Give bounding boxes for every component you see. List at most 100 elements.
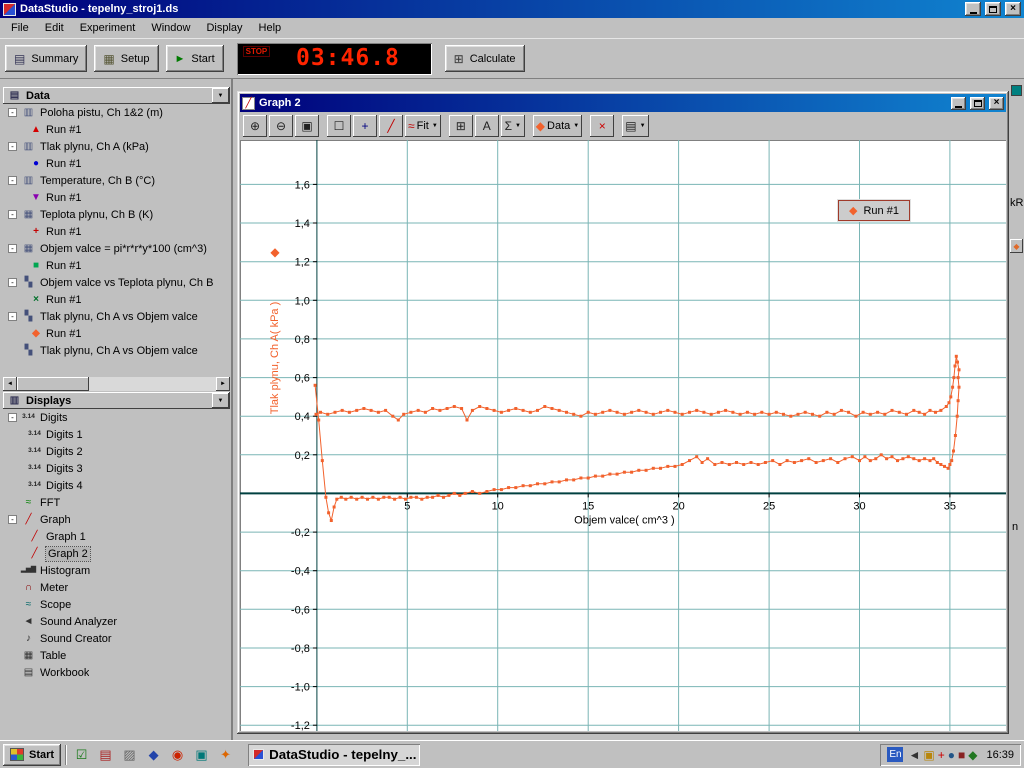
setup-button[interactable]: ▦ Setup	[94, 45, 158, 72]
menu-experiment[interactable]: Experiment	[72, 19, 144, 37]
menu-help[interactable]: Help	[251, 19, 290, 37]
summary-button[interactable]: ▤ Summary	[5, 45, 87, 72]
plot-area[interactable]: -1,2-1,0-0,8-0,6-0,4-0,20,20,40,60,81,01…	[240, 140, 1006, 731]
run-item[interactable]: ●Run #1	[3, 155, 230, 172]
quicklaunch-icon-2[interactable]: ▤	[95, 744, 116, 765]
display-item[interactable]: -╱Graph	[3, 511, 230, 528]
title-bar[interactable]: DataStudio - tepelny_stroj1.ds ×	[0, 0, 1024, 18]
display-item[interactable]: 3.14Digits 2	[3, 443, 230, 460]
run-item[interactable]: ▼Run #1	[3, 189, 230, 206]
tree-expander-icon[interactable]: -	[8, 176, 17, 185]
data-tree-hscrollbar[interactable]: ◄ ►	[3, 377, 230, 391]
display-item[interactable]: ▤Workbook	[3, 664, 230, 681]
run-item[interactable]: ◆Run #1	[3, 325, 230, 342]
display-item[interactable]: ▂▅▇Histogram	[3, 562, 230, 579]
display-item[interactable]: ∩Meter	[3, 579, 230, 596]
keyboard-layout-indicator[interactable]: En	[887, 747, 903, 762]
run-item[interactable]: +Run #1	[3, 223, 230, 240]
tree-expander-icon[interactable]: -	[8, 210, 17, 219]
data-panel-header[interactable]: ▤ Data ▼	[3, 87, 230, 104]
tray-icon-2[interactable]: ▣	[923, 749, 934, 761]
fit-menu-button[interactable]: ≈Fit▼	[405, 115, 441, 137]
display-item[interactable]: 3.14Digits 3	[3, 460, 230, 477]
quicklaunch-icon-5[interactable]: ◉	[167, 744, 188, 765]
calculator-button[interactable]: ⊞	[449, 115, 473, 137]
quicklaunch-icon-4[interactable]: ◆	[143, 744, 164, 765]
tree-expander-icon[interactable]: -	[8, 108, 17, 117]
scale-to-fit-button[interactable]: ☐	[327, 115, 351, 137]
display-item[interactable]: ◄Sound Analyzer	[3, 613, 230, 630]
scroll-right-button[interactable]: ►	[216, 377, 230, 391]
tray-icon-6[interactable]: ◆	[968, 749, 977, 761]
data-menu-button[interactable]: ◆Data▼	[533, 115, 582, 137]
scroll-track[interactable]	[89, 377, 216, 391]
run-item[interactable]: ×Run #1	[3, 291, 230, 308]
display-item[interactable]: -3.14Digits	[3, 409, 230, 426]
displays-panel-menu-button[interactable]: ▼	[212, 393, 229, 408]
display-item[interactable]: ≈Scope	[3, 596, 230, 613]
start-menu-button[interactable]: Start	[3, 744, 61, 766]
quicklaunch-icon-1[interactable]: ☑	[71, 744, 92, 765]
tree-expander-icon[interactable]: -	[8, 142, 17, 151]
tree-expander-icon[interactable]: -	[8, 515, 17, 524]
quicklaunch-icon-6[interactable]: ▣	[191, 744, 212, 765]
display-item[interactable]: ♪Sound Creator	[3, 630, 230, 647]
display-item[interactable]: ╱Graph 2	[3, 545, 230, 562]
display-item[interactable]: ≈FFT	[3, 494, 230, 511]
statistics-button[interactable]: Σ▼	[501, 115, 525, 137]
calculate-button[interactable]: ⊞ Calculate	[445, 45, 525, 72]
tree-expander-icon[interactable]: -	[8, 312, 17, 321]
zoom-out-button[interactable]: ⊖	[269, 115, 293, 137]
quicklaunch-icon-7[interactable]: ✦	[215, 744, 236, 765]
start-button[interactable]: ► Start	[166, 45, 224, 72]
data-item[interactable]: -▥Poloha pistu, Ch 1&2 (m)	[3, 104, 230, 121]
tray-icon-4[interactable]: ●	[948, 749, 955, 761]
quicklaunch-icon-3[interactable]: ▨	[119, 744, 140, 765]
y-axis-label[interactable]: Tlak plynu, Ch A( kPa )	[269, 302, 281, 415]
menu-display[interactable]: Display	[198, 19, 250, 37]
graph-window-titlebar[interactable]: ╱ Graph 2 ×	[240, 94, 1006, 112]
graph-minimize-button[interactable]	[951, 97, 966, 110]
display-item[interactable]: 3.14Digits 1	[3, 426, 230, 443]
graph-maximize-button[interactable]	[970, 97, 985, 110]
tray-icon-1[interactable]: ◄	[908, 749, 920, 761]
minimize-button[interactable]	[965, 2, 981, 16]
close-button[interactable]: ×	[1005, 2, 1021, 16]
scroll-left-button[interactable]: ◄	[3, 377, 17, 391]
text-tool-button[interactable]: A	[475, 115, 499, 137]
displays-panel-header[interactable]: ▥ Displays ▼	[3, 392, 230, 409]
display-item[interactable]: ▦Table	[3, 647, 230, 664]
menu-window[interactable]: Window	[143, 19, 198, 37]
tray-icon-5[interactable]: ■	[958, 749, 965, 761]
smart-tool-button[interactable]: +	[353, 115, 377, 137]
data-panel-menu-button[interactable]: ▼	[212, 88, 229, 103]
display-item[interactable]: 3.14Digits 4	[3, 477, 230, 494]
slope-tool-button[interactable]: ╱	[379, 115, 403, 137]
tree-expander-icon[interactable]: -	[8, 278, 17, 287]
run-item[interactable]: ▲Run #1	[3, 121, 230, 138]
display-item[interactable]: ╱Graph 1	[3, 528, 230, 545]
zoom-in-button[interactable]: ⊕	[243, 115, 267, 137]
zoom-select-button[interactable]: ▣	[295, 115, 319, 137]
legend[interactable]: ◆Run #1	[838, 200, 910, 221]
data-item[interactable]: -▚Tlak plynu, Ch A vs Objem valce	[3, 308, 230, 325]
scroll-thumb[interactable]	[17, 377, 89, 391]
tree-expander-icon[interactable]: -	[8, 244, 17, 253]
data-item[interactable]: -▦Objem valce = pi*r*r*y*100 (cm^3)	[3, 240, 230, 257]
data-item[interactable]: ▚Tlak plynu, Ch A vs Objem valce	[3, 342, 230, 359]
tray-icon-3[interactable]: +	[938, 749, 945, 761]
data-item[interactable]: -▥Tlak plynu, Ch A (kPa)	[3, 138, 230, 155]
y-axis-run-marker-icon[interactable]: ◆	[270, 245, 279, 259]
graph-close-button[interactable]: ×	[989, 97, 1004, 110]
menu-edit[interactable]: Edit	[37, 19, 72, 37]
data-item[interactable]: -▦Teplota plynu, Ch B (K)	[3, 206, 230, 223]
run-item[interactable]: ■Run #1	[3, 257, 230, 274]
taskbar-task-datastudio[interactable]: DataStudio - tepelny_...	[248, 744, 420, 766]
data-item[interactable]: -▚Objem valce vs Teplota plynu, Ch B	[3, 274, 230, 291]
tree-expander-icon[interactable]: -	[8, 413, 17, 422]
graph-settings-button[interactable]: ▤▼	[622, 115, 648, 137]
delete-button[interactable]: ×	[590, 115, 614, 137]
background-button-fragment[interactable]: ◆	[1010, 239, 1023, 253]
data-item[interactable]: -▥Temperature, Ch B (°C)	[3, 172, 230, 189]
restore-button[interactable]	[985, 2, 1001, 16]
